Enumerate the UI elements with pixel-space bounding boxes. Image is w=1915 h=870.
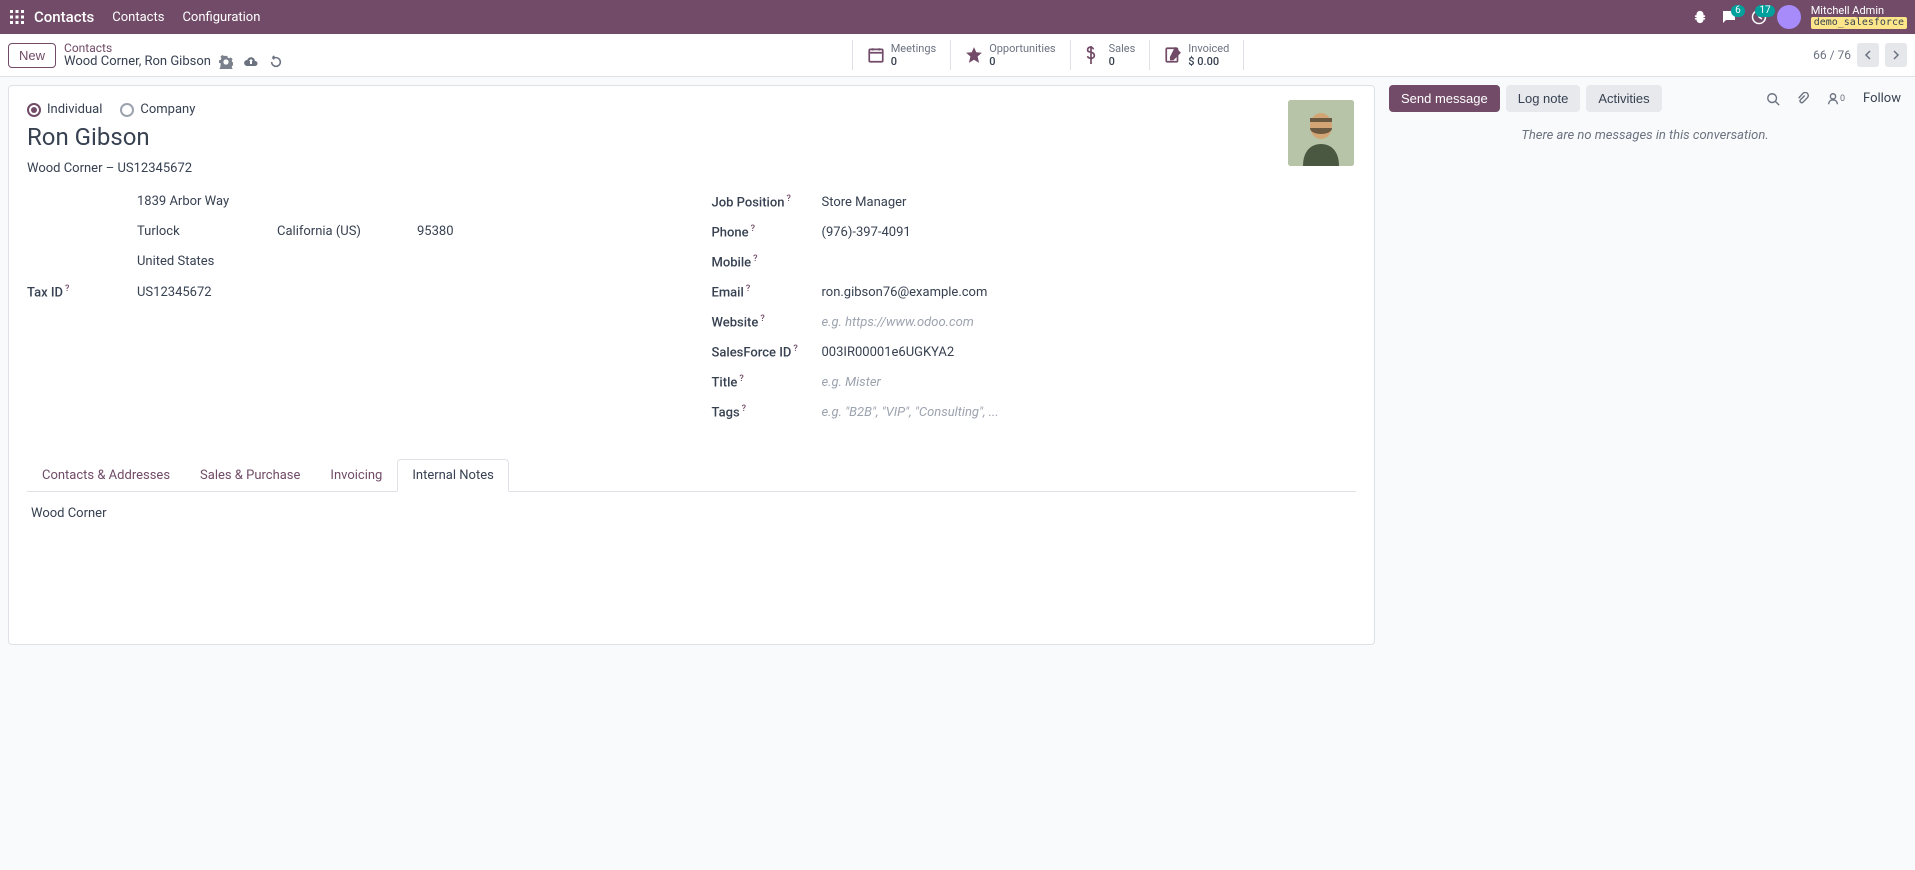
attachment-icon[interactable] — [1796, 92, 1810, 106]
tags-label: Tags? — [712, 404, 822, 420]
address-state[interactable]: California (US) — [277, 224, 377, 239]
tab-contacts-addresses[interactable]: Contacts & Addresses — [27, 459, 185, 492]
db-name: demo_salesforce — [1811, 17, 1907, 29]
form-right-col: Job Position? Store Manager Phone? (976)… — [712, 194, 1357, 434]
form-sheet: Individual Company Ron Gibson Wood Corne… — [8, 85, 1375, 645]
radio-individual[interactable]: Individual — [27, 102, 102, 117]
title-value[interactable]: e.g. Mister — [822, 375, 1357, 390]
stat-sales[interactable]: Sales0 — [1070, 40, 1150, 70]
form-left-col: 1839 Arbor Way Turlock California (US) 9… — [27, 194, 672, 434]
log-note-button[interactable]: Log note — [1506, 85, 1581, 112]
address-zip[interactable]: 95380 — [417, 224, 517, 239]
job-position-value[interactable]: Store Manager — [822, 195, 1357, 210]
pager: 66 / 76 — [1813, 43, 1907, 67]
new-button[interactable]: New — [8, 43, 56, 68]
menu-contacts[interactable]: Contacts — [112, 10, 164, 25]
contact-type-radio: Individual Company — [27, 102, 1356, 117]
website-label: Website? — [712, 314, 822, 330]
calendar-icon — [867, 46, 885, 64]
phone-label: Phone? — [712, 224, 822, 240]
activities-button[interactable]: Activities — [1586, 85, 1661, 112]
star-icon — [965, 46, 983, 64]
search-icon[interactable] — [1766, 92, 1780, 106]
bug-icon[interactable] — [1693, 10, 1707, 24]
tab-invoicing[interactable]: Invoicing — [315, 459, 397, 492]
follow-button[interactable]: Follow — [1863, 91, 1901, 106]
tax-id-value[interactable]: US12345672 — [137, 285, 672, 300]
breadcrumb-current: Wood Corner, Ron Gibson — [64, 55, 211, 69]
user-menu[interactable]: Mitchell Admin demo_salesforce — [1811, 5, 1907, 29]
empty-conversation: There are no messages in this conversati… — [1389, 128, 1901, 143]
address-city[interactable]: Turlock — [137, 224, 237, 239]
apps-icon[interactable] — [8, 8, 26, 26]
main-area: Individual Company Ron Gibson Wood Corne… — [0, 77, 1915, 653]
top-nav: Contacts Contacts Configuration 6 17 Mit… — [0, 0, 1915, 34]
gear-icon[interactable] — [219, 55, 233, 69]
pager-next[interactable] — [1885, 43, 1907, 67]
mobile-label: Mobile? — [712, 254, 822, 270]
activity-badge: 17 — [1755, 5, 1774, 17]
email-label: Email? — [712, 284, 822, 300]
contact-avatar[interactable] — [1288, 100, 1354, 166]
followers-icon[interactable]: 0 — [1826, 92, 1845, 106]
breadcrumb: Contacts Wood Corner, Ron Gibson — [64, 41, 283, 69]
job-position-label: Job Position? — [712, 194, 822, 210]
stat-meetings[interactable]: Meetings0 — [852, 40, 950, 70]
cloud-upload-icon[interactable] — [243, 55, 259, 69]
breadcrumb-root[interactable]: Contacts — [64, 41, 283, 55]
address-country[interactable]: United States — [137, 254, 672, 269]
website-value[interactable]: e.g. https://www.odoo.com — [822, 315, 1357, 330]
pager-prev[interactable] — [1857, 43, 1879, 67]
radio-company[interactable]: Company — [120, 102, 195, 117]
chat-icon[interactable]: 6 — [1721, 9, 1737, 25]
title-label: Title? — [712, 374, 822, 390]
email-value[interactable]: ron.gibson76@example.com — [822, 285, 1357, 300]
app-brand[interactable]: Contacts — [34, 8, 94, 26]
activity-icon[interactable]: 17 — [1751, 9, 1767, 25]
tab-sales-purchase[interactable]: Sales & Purchase — [185, 459, 315, 492]
phone-value[interactable]: (976)-397-4091 — [822, 225, 1357, 240]
tags-value[interactable]: e.g. "B2B", "VIP", "Consulting", ... — [822, 405, 1357, 420]
chatter-panel: Send message Log note Activities 0 Follo… — [1375, 77, 1915, 653]
user-name: Mitchell Admin — [1811, 5, 1884, 17]
stat-buttons: Meetings0 Opportunities0 Sales0 Invoiced… — [852, 40, 1245, 70]
address-street[interactable]: 1839 Arbor Way — [137, 194, 672, 209]
form-tabs: Contacts & Addresses Sales & Purchase In… — [27, 458, 1356, 492]
edit-icon — [1164, 46, 1182, 64]
menu-configuration[interactable]: Configuration — [182, 10, 260, 25]
tab-internal-notes[interactable]: Internal Notes — [397, 459, 508, 492]
internal-notes-content[interactable]: Wood Corner — [27, 492, 1356, 535]
discard-icon[interactable] — [269, 55, 283, 69]
user-avatar[interactable] — [1777, 5, 1801, 29]
contact-name[interactable]: Ron Gibson — [27, 123, 1356, 151]
salesforce-id-value[interactable]: 003IR00001e6UGKYA2 — [822, 345, 1357, 360]
send-message-button[interactable]: Send message — [1389, 85, 1500, 112]
company-line[interactable]: Wood Corner – US12345672 — [27, 161, 1356, 176]
stat-opportunities[interactable]: Opportunities0 — [950, 40, 1069, 70]
stat-invoiced[interactable]: Invoiced$ 0.00 — [1149, 40, 1244, 70]
dollar-icon — [1085, 46, 1103, 64]
salesforce-id-label: SalesForce ID? — [712, 344, 822, 360]
chat-badge: 6 — [1731, 5, 1745, 17]
tax-id-label: Tax ID? — [27, 284, 137, 300]
control-bar: New Contacts Wood Corner, Ron Gibson Mee… — [0, 34, 1915, 77]
